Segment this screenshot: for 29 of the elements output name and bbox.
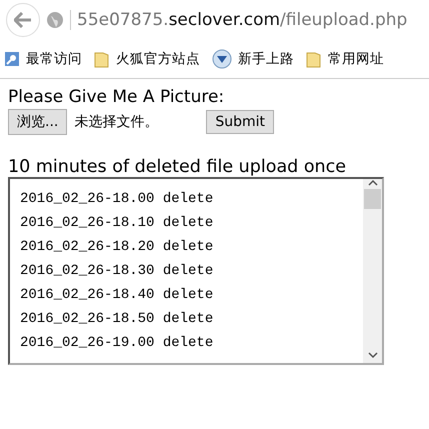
- back-button[interactable]: [6, 3, 40, 37]
- globe-icon: [46, 11, 64, 29]
- log-textarea[interactable]: 2016_02_26-18.00 delete 2016_02_26-18.10 delete 2016_02_26-18.20 delete 2016_02_26-18.30 delete 2016_02_26-18.40 delete 2016_02_26-18.50 delete 2016_02_26-19.00 delete: [8, 177, 384, 365]
- scroll-up-icon: [368, 179, 378, 187]
- bookmark-link[interactable]: 新手上路: [238, 50, 294, 68]
- log-line: 2016_02_26-18.50 delete: [20, 310, 214, 329]
- log-line: 2016_02_26-18.00 delete: [20, 190, 214, 209]
- log-line: 2016_02_26-18.20 delete: [20, 238, 214, 257]
- scrollbar[interactable]: [363, 179, 382, 363]
- submit-button[interactable]: Submit: [206, 110, 274, 134]
- address-bar[interactable]: 55e07875.seclover.com/fileupload.php: [70, 10, 408, 30]
- log-line: 2016_02_26-19.00 delete: [20, 334, 214, 353]
- bookmark-link[interactable]: 常用网址: [328, 50, 384, 68]
- folder-icon: [94, 50, 110, 68]
- search-icon: [4, 51, 20, 67]
- log-heading: 10 minutes of deleted file upload once: [8, 157, 348, 177]
- log-line: 2016_02_26-18.10 delete: [20, 214, 214, 233]
- back-arrow-icon: [14, 12, 32, 28]
- bookmark-link[interactable]: 火狐官方站点: [116, 50, 200, 68]
- file-status: 未选择文件。: [74, 113, 158, 131]
- browse-button[interactable]: 浏览...: [8, 109, 68, 135]
- folder-icon: [306, 50, 322, 68]
- upload-heading: Please Give Me A Picture:: [8, 87, 226, 107]
- scroll-down-icon: [368, 351, 378, 359]
- scroll-thumb[interactable]: [364, 189, 381, 209]
- bookmark-link[interactable]: 最常访问: [26, 50, 82, 68]
- log-line: 2016_02_26-18.30 delete: [20, 262, 214, 281]
- globe-icon: [212, 49, 232, 69]
- log-line: 2016_02_26-18.40 delete: [20, 286, 214, 305]
